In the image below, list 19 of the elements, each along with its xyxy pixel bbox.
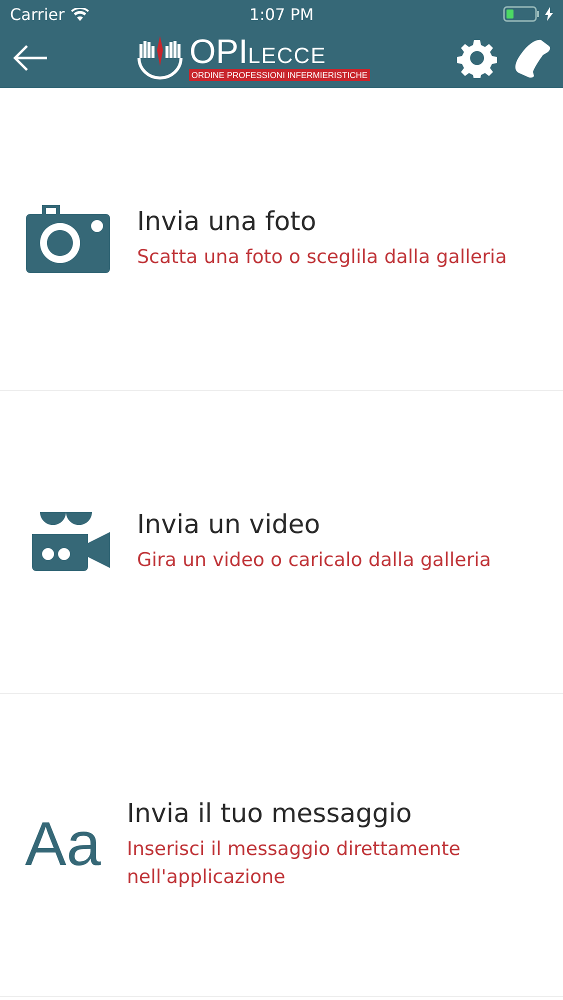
item-title[interactable]: Invia un video [137,510,320,540]
charging-icon [545,7,553,21]
settings-icon[interactable] [457,38,497,78]
logo-text: OPI [189,35,248,69]
item-subtitle: Scatta una foto o sceglila dalla galleria [137,244,507,270]
back-arrow-icon[interactable] [12,44,48,72]
wifi-icon [70,8,89,20]
item-subtitle: Inserisci il messaggio direttamente nell'applicazione [126,836,462,890]
battery-icon [503,6,541,22]
text-icon: Aa [25,814,101,876]
hands-logo-icon [135,36,186,80]
status-time: 1:07 PM [249,4,314,24]
item-title[interactable]: Invia una foto [137,206,316,237]
item-subtitle: Gira un video o caricalo dalla galleria [137,548,492,573]
carrier-label: Carrier [10,4,65,24]
camera-icon [26,205,110,273]
logo-city-text: LECCE [248,45,326,67]
item-title[interactable]: Invia il tuo messaggio [126,798,412,828]
logo-subtitle: ORDINE PROFESSIONI INFERMIERISTICHE [189,69,370,81]
